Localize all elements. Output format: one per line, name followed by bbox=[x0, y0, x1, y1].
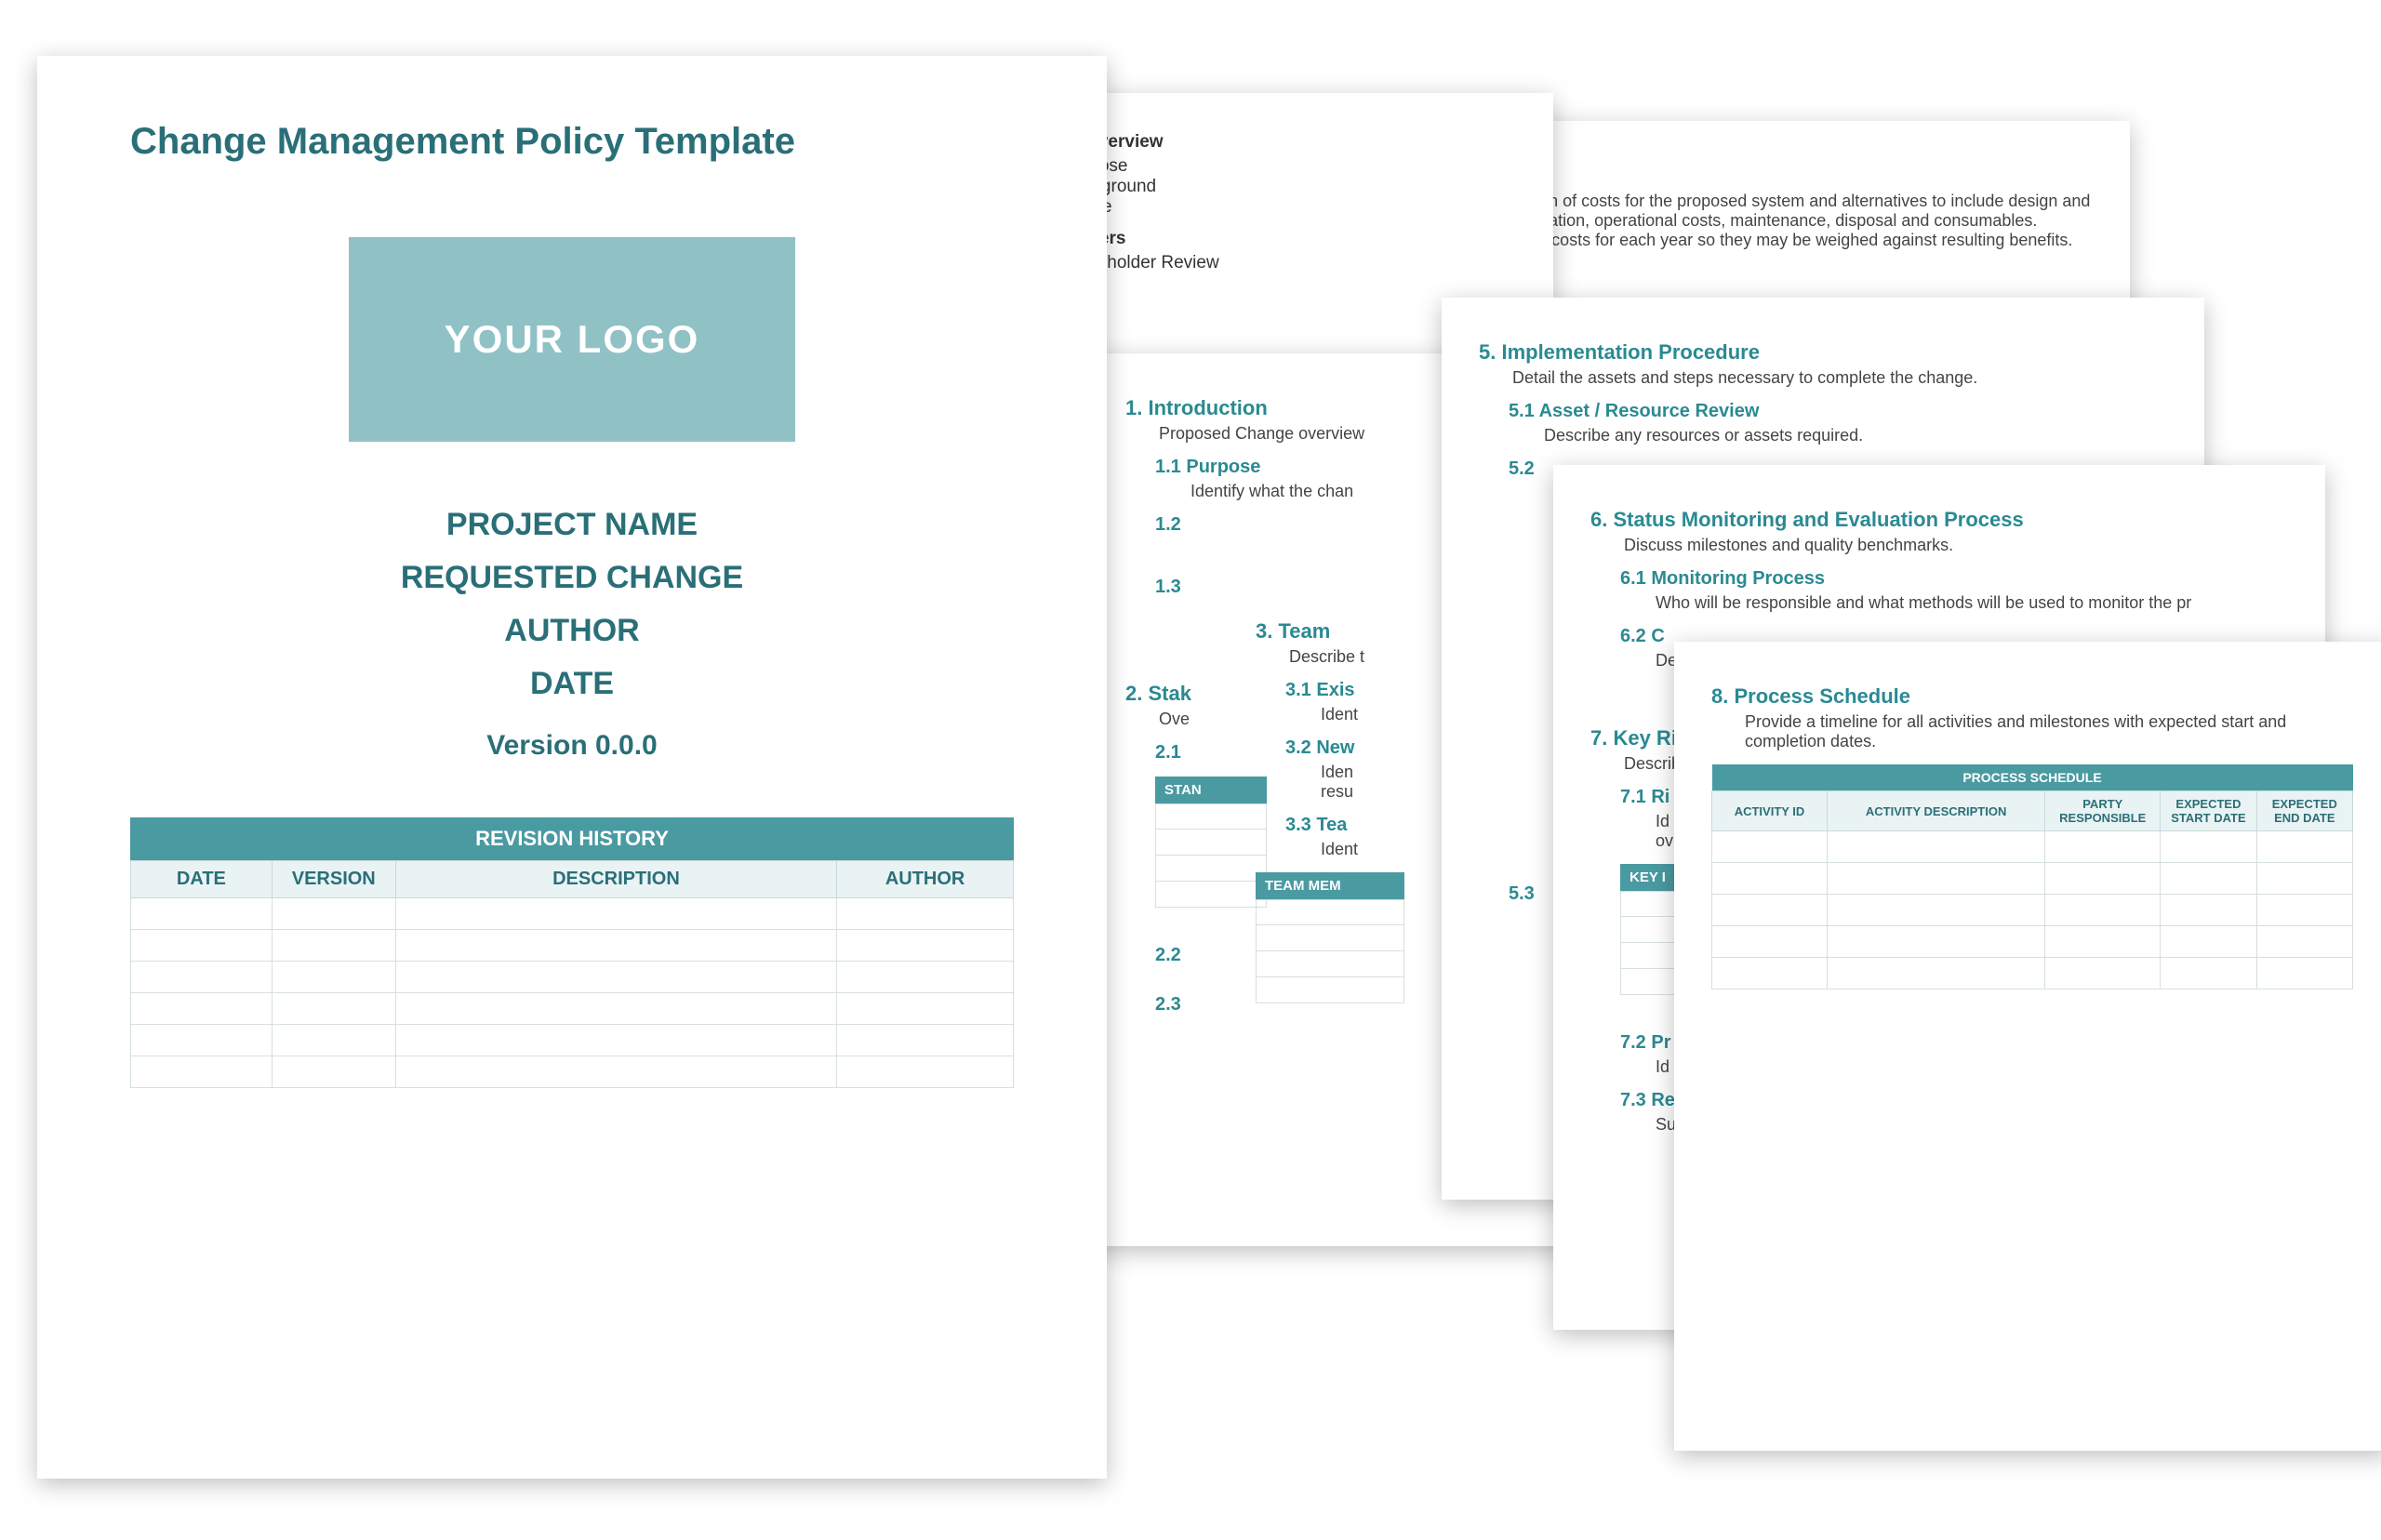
h8-sub: Provide a timeline for all activities an… bbox=[1745, 712, 2353, 751]
col-activity-id: ACTIVITY ID bbox=[1712, 791, 1828, 831]
stake-bar: STAN bbox=[1155, 777, 1267, 803]
h8: 8. Process Schedule bbox=[1711, 684, 2353, 709]
h6-sub: Discuss milestones and quality benchmark… bbox=[1624, 536, 2288, 555]
field-author: AUTHOR bbox=[74, 613, 1070, 649]
h6-1: 6.1 Monitoring Process bbox=[1620, 568, 2288, 590]
doc-title: Change Management Policy Template bbox=[130, 121, 1070, 163]
rev-col-date: DATE bbox=[131, 861, 273, 898]
col-party: PARTY RESPONSIBLE bbox=[2045, 791, 2161, 831]
schedule-title: PROCESS SCHEDULE bbox=[1712, 764, 2353, 791]
page-cover: Change Management Policy Template YOUR L… bbox=[37, 56, 1107, 1479]
revision-history-title: REVISION HISTORY bbox=[130, 817, 1014, 860]
h5-1: 5.1 Asset / Resource Review bbox=[1509, 401, 2167, 422]
team-bar: TEAM MEM bbox=[1256, 872, 1404, 899]
h6: 6. Status Monitoring and Evaluation Proc… bbox=[1590, 508, 2288, 532]
field-version: Version 0.0.0 bbox=[74, 730, 1070, 762]
h6-1-sub: Who will be responsible and what methods… bbox=[1656, 593, 2288, 613]
field-date: DATE bbox=[74, 666, 1070, 702]
field-project: PROJECT NAME bbox=[74, 507, 1070, 543]
col-end: EXPECTED END DATE bbox=[2256, 791, 2352, 831]
rev-col-version: VERSION bbox=[272, 861, 395, 898]
h5-sub: Detail the assets and steps necessary to… bbox=[1512, 368, 2167, 388]
h5: 5. Implementation Procedure bbox=[1479, 340, 2167, 365]
schedule-table: PROCESS SCHEDULE ACTIVITY ID ACTIVITY DE… bbox=[1711, 764, 2353, 989]
rev-col-description: DESCRIPTION bbox=[395, 861, 837, 898]
revision-history-table: DATE VERSION DESCRIPTION AUTHOR bbox=[130, 860, 1014, 1088]
logo-placeholder: YOUR LOGO bbox=[349, 237, 795, 442]
rev-col-author: AUTHOR bbox=[837, 861, 1014, 898]
field-requested-change: REQUESTED CHANGE bbox=[74, 560, 1070, 596]
team-rows bbox=[1256, 899, 1404, 1003]
h5-1-sub: Describe any resources or assets require… bbox=[1544, 426, 2167, 445]
col-start: EXPECTED START DATE bbox=[2161, 791, 2256, 831]
stake-rows bbox=[1155, 803, 1267, 908]
col-activity-desc: ACTIVITY DESCRIPTION bbox=[1828, 791, 2045, 831]
page-schedule: 8. Process Schedule Provide a timeline f… bbox=[1674, 642, 2381, 1451]
